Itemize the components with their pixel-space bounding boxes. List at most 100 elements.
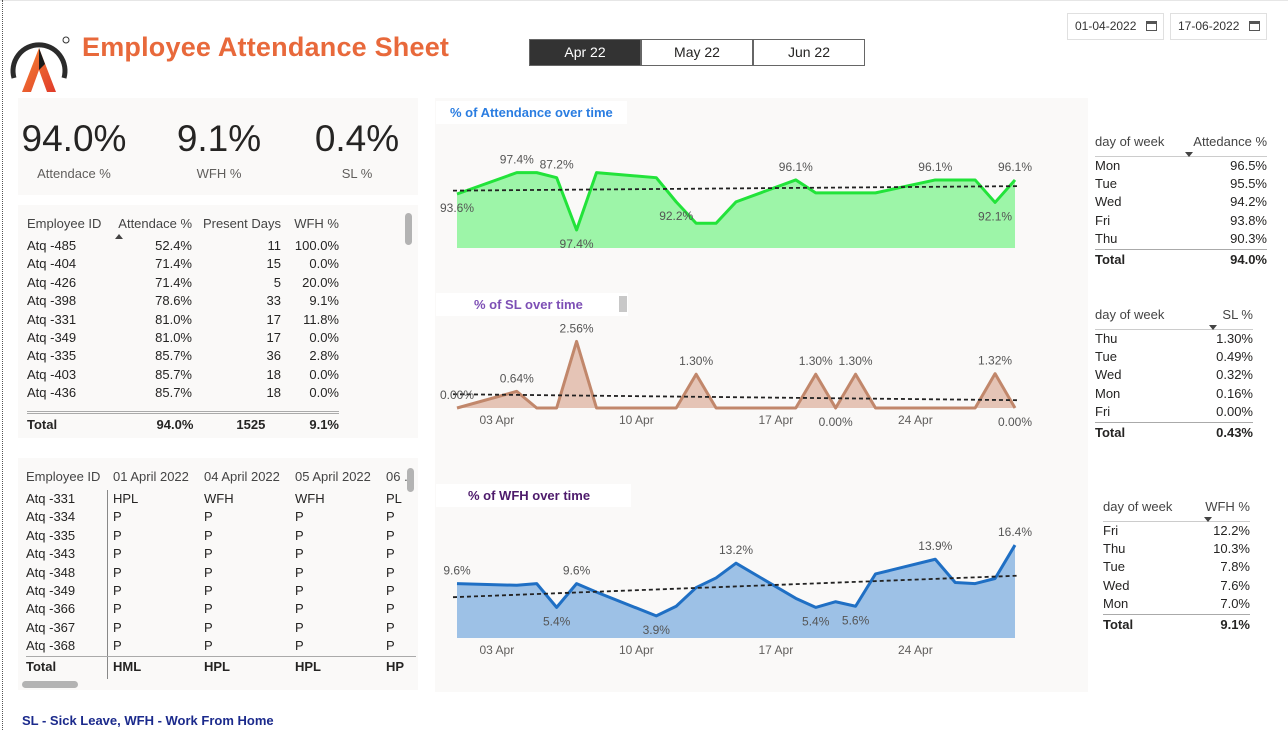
col-day-of-week[interactable]: day of week bbox=[1095, 128, 1180, 157]
col-wfh-label: WFH % bbox=[1205, 499, 1250, 515]
table-row[interactable]: Atq -404 71.4% 15 0.0% bbox=[27, 255, 339, 273]
col-employee-id[interactable]: Employee ID bbox=[27, 209, 112, 237]
table-row[interactable]: Atq -335 85.7% 36 2.8% bbox=[27, 347, 339, 365]
table-row[interactable]: Wed 0.32% bbox=[1095, 366, 1253, 384]
table-row[interactable]: Atq -368 P P P P bbox=[26, 637, 416, 656]
status-cell: WFH bbox=[204, 491, 234, 506]
col-date-2[interactable]: 04 April 2022 bbox=[204, 462, 295, 490]
table-row[interactable]: Atq -331 HPL WFH WFH PL bbox=[26, 490, 416, 508]
table-row[interactable]: Atq -366 P P P P bbox=[26, 600, 416, 618]
employee-table-scrollbar[interactable] bbox=[405, 213, 412, 245]
col-wfh[interactable]: WFH % bbox=[1198, 493, 1250, 522]
col-day-of-week[interactable]: day of week bbox=[1103, 493, 1198, 522]
employee-cell: 0.0% bbox=[309, 256, 339, 272]
attendance-data-label: 96.1% bbox=[918, 160, 952, 174]
table-row[interactable]: Mon 0.16% bbox=[1095, 385, 1253, 403]
table-row[interactable]: Thu 10.3% bbox=[1103, 540, 1250, 558]
charts-svg: 93.6% 97.4% 87.2% 97.4% 92.2% 96.1% 96.1% 92.1%… bbox=[440, 153, 1032, 657]
table-row[interactable]: Atq -334 P P P P bbox=[26, 508, 416, 526]
col-present-days[interactable]: Present Days bbox=[192, 209, 281, 237]
dow-cell: Tue bbox=[1095, 348, 1117, 364]
sl-x-tick: 10 Apr bbox=[619, 413, 654, 427]
col-date-3[interactable]: 05 April 2022 bbox=[295, 462, 386, 490]
table-row[interactable]: Atq -426 71.4% 5 20.0% bbox=[27, 274, 339, 292]
col-date-1[interactable]: 01 April 2022 bbox=[113, 462, 204, 490]
dow-cell: 7.6% bbox=[1220, 577, 1250, 593]
total-cell: 94.0% bbox=[101, 413, 194, 436]
dow-cell: 0.00% bbox=[1216, 404, 1253, 420]
total-row[interactable]: Total 0.43% bbox=[1095, 421, 1253, 445]
table-row[interactable]: Thu 1.30% bbox=[1095, 329, 1253, 348]
total-row[interactable]: Total 9.1% bbox=[1103, 613, 1250, 637]
table-row[interactable]: Atq -349 81.0% 17 0.0% bbox=[27, 329, 339, 347]
table-row[interactable]: Tue 95.5% bbox=[1095, 175, 1267, 193]
table-row[interactable]: Atq -367 P P P P bbox=[26, 619, 416, 637]
total-cell: 9.1% bbox=[265, 413, 339, 436]
table-row[interactable]: Thu 90.3% bbox=[1095, 230, 1267, 249]
table-row[interactable]: Atq -343 P P P P bbox=[26, 545, 416, 563]
calendar-icon[interactable] bbox=[1146, 21, 1157, 31]
calendar-icon[interactable] bbox=[1249, 21, 1260, 31]
month-button-jun[interactable]: Jun 22 bbox=[753, 39, 865, 66]
month-button-may[interactable]: May 22 bbox=[641, 39, 753, 66]
col-day-of-week[interactable]: day of week bbox=[1095, 301, 1190, 330]
table-row[interactable]: Wed 94.2% bbox=[1095, 193, 1267, 211]
total-cell: HPL bbox=[204, 655, 295, 679]
date-to-input[interactable]: 17-06-2022 bbox=[1170, 13, 1267, 40]
table-row[interactable]: Tue 7.8% bbox=[1103, 558, 1250, 576]
employee-cell: 85.7% bbox=[155, 385, 192, 401]
status-cell: P bbox=[295, 564, 304, 580]
status-cell: P bbox=[386, 564, 395, 580]
status-cell: P bbox=[113, 509, 122, 525]
table-row[interactable]: Mon 96.5% bbox=[1095, 156, 1267, 175]
employee-cell: 36 bbox=[266, 348, 281, 364]
month-button-apr[interactable]: Apr 22 bbox=[529, 39, 641, 66]
dow-cell: 12.2% bbox=[1213, 522, 1250, 538]
attendance-area bbox=[457, 172, 1015, 248]
col-wfh[interactable]: WFH % bbox=[281, 209, 339, 237]
attendance-data-label: 87.2% bbox=[540, 158, 574, 172]
dow-cell: 10.3% bbox=[1213, 540, 1250, 556]
employee-cell: 17 bbox=[266, 330, 281, 346]
status-cell: P bbox=[295, 638, 304, 654]
table-row[interactable]: Atq -349 P P P P bbox=[26, 582, 416, 600]
total-cell: Total bbox=[1103, 613, 1198, 637]
total-row[interactable]: Total HML HPL HPL HP bbox=[26, 655, 416, 679]
table-row[interactable]: Fri 12.2% bbox=[1103, 521, 1250, 540]
table-row[interactable]: Atq -403 85.7% 18 0.0% bbox=[27, 366, 339, 384]
daily-table-hscrollbar[interactable] bbox=[22, 681, 78, 688]
table-row[interactable]: Mon 7.0% bbox=[1103, 595, 1250, 614]
date-from-input[interactable]: 01-04-2022 bbox=[1067, 13, 1164, 40]
sl-x-tick: 24 Apr bbox=[898, 413, 933, 427]
kpi-sl-label: SL % bbox=[341, 166, 373, 181]
dow-cell: Tue bbox=[1095, 175, 1117, 191]
status-cell: P bbox=[386, 546, 395, 562]
employee-cell: 5 bbox=[273, 274, 281, 290]
dow-cell: Wed bbox=[1103, 577, 1130, 593]
total-row[interactable]: Total 94.0% bbox=[1095, 248, 1267, 272]
col-attendance-label: Attedance % bbox=[1193, 134, 1267, 150]
col-sl[interactable]: SL % bbox=[1190, 301, 1253, 330]
total-row[interactable]: Total 94.0% 1525 9.1% bbox=[27, 413, 339, 436]
table-row[interactable]: Atq -331 81.0% 17 11.8% bbox=[27, 311, 339, 329]
table-row[interactable]: Fri 0.00% bbox=[1095, 403, 1253, 422]
status-cell: P bbox=[204, 527, 213, 543]
dow-cell: 1.30% bbox=[1216, 330, 1253, 346]
table-row[interactable]: Wed 7.6% bbox=[1103, 577, 1250, 595]
status-cell: Atq -331 bbox=[26, 491, 76, 506]
col-employee-id[interactable]: Employee ID bbox=[26, 462, 113, 490]
table-row[interactable]: Tue 0.49% bbox=[1095, 348, 1253, 366]
col-attendance[interactable]: Attedance % bbox=[1180, 128, 1267, 157]
dow-cell: 95.5% bbox=[1230, 175, 1267, 191]
attendance-data-label: 92.2% bbox=[659, 209, 693, 223]
daily-table-vscrollbar[interactable] bbox=[407, 468, 414, 492]
attendance-data-label: 97.4% bbox=[560, 237, 594, 251]
table-row[interactable]: Atq -348 P P P P bbox=[26, 564, 416, 582]
employee-cell: Atq -398 bbox=[27, 293, 77, 309]
table-row[interactable]: Atq -485 52.4% 11 100.0% bbox=[27, 237, 339, 255]
table-row[interactable]: Fri 93.8% bbox=[1095, 212, 1267, 230]
table-row[interactable]: Atq -335 P P P P bbox=[26, 527, 416, 545]
table-row[interactable]: Atq -436 85.7% 18 0.0% bbox=[27, 384, 339, 402]
table-row[interactable]: Atq -398 78.6% 33 9.1% bbox=[27, 292, 339, 310]
col-attendance[interactable]: Attendace % bbox=[112, 209, 192, 239]
